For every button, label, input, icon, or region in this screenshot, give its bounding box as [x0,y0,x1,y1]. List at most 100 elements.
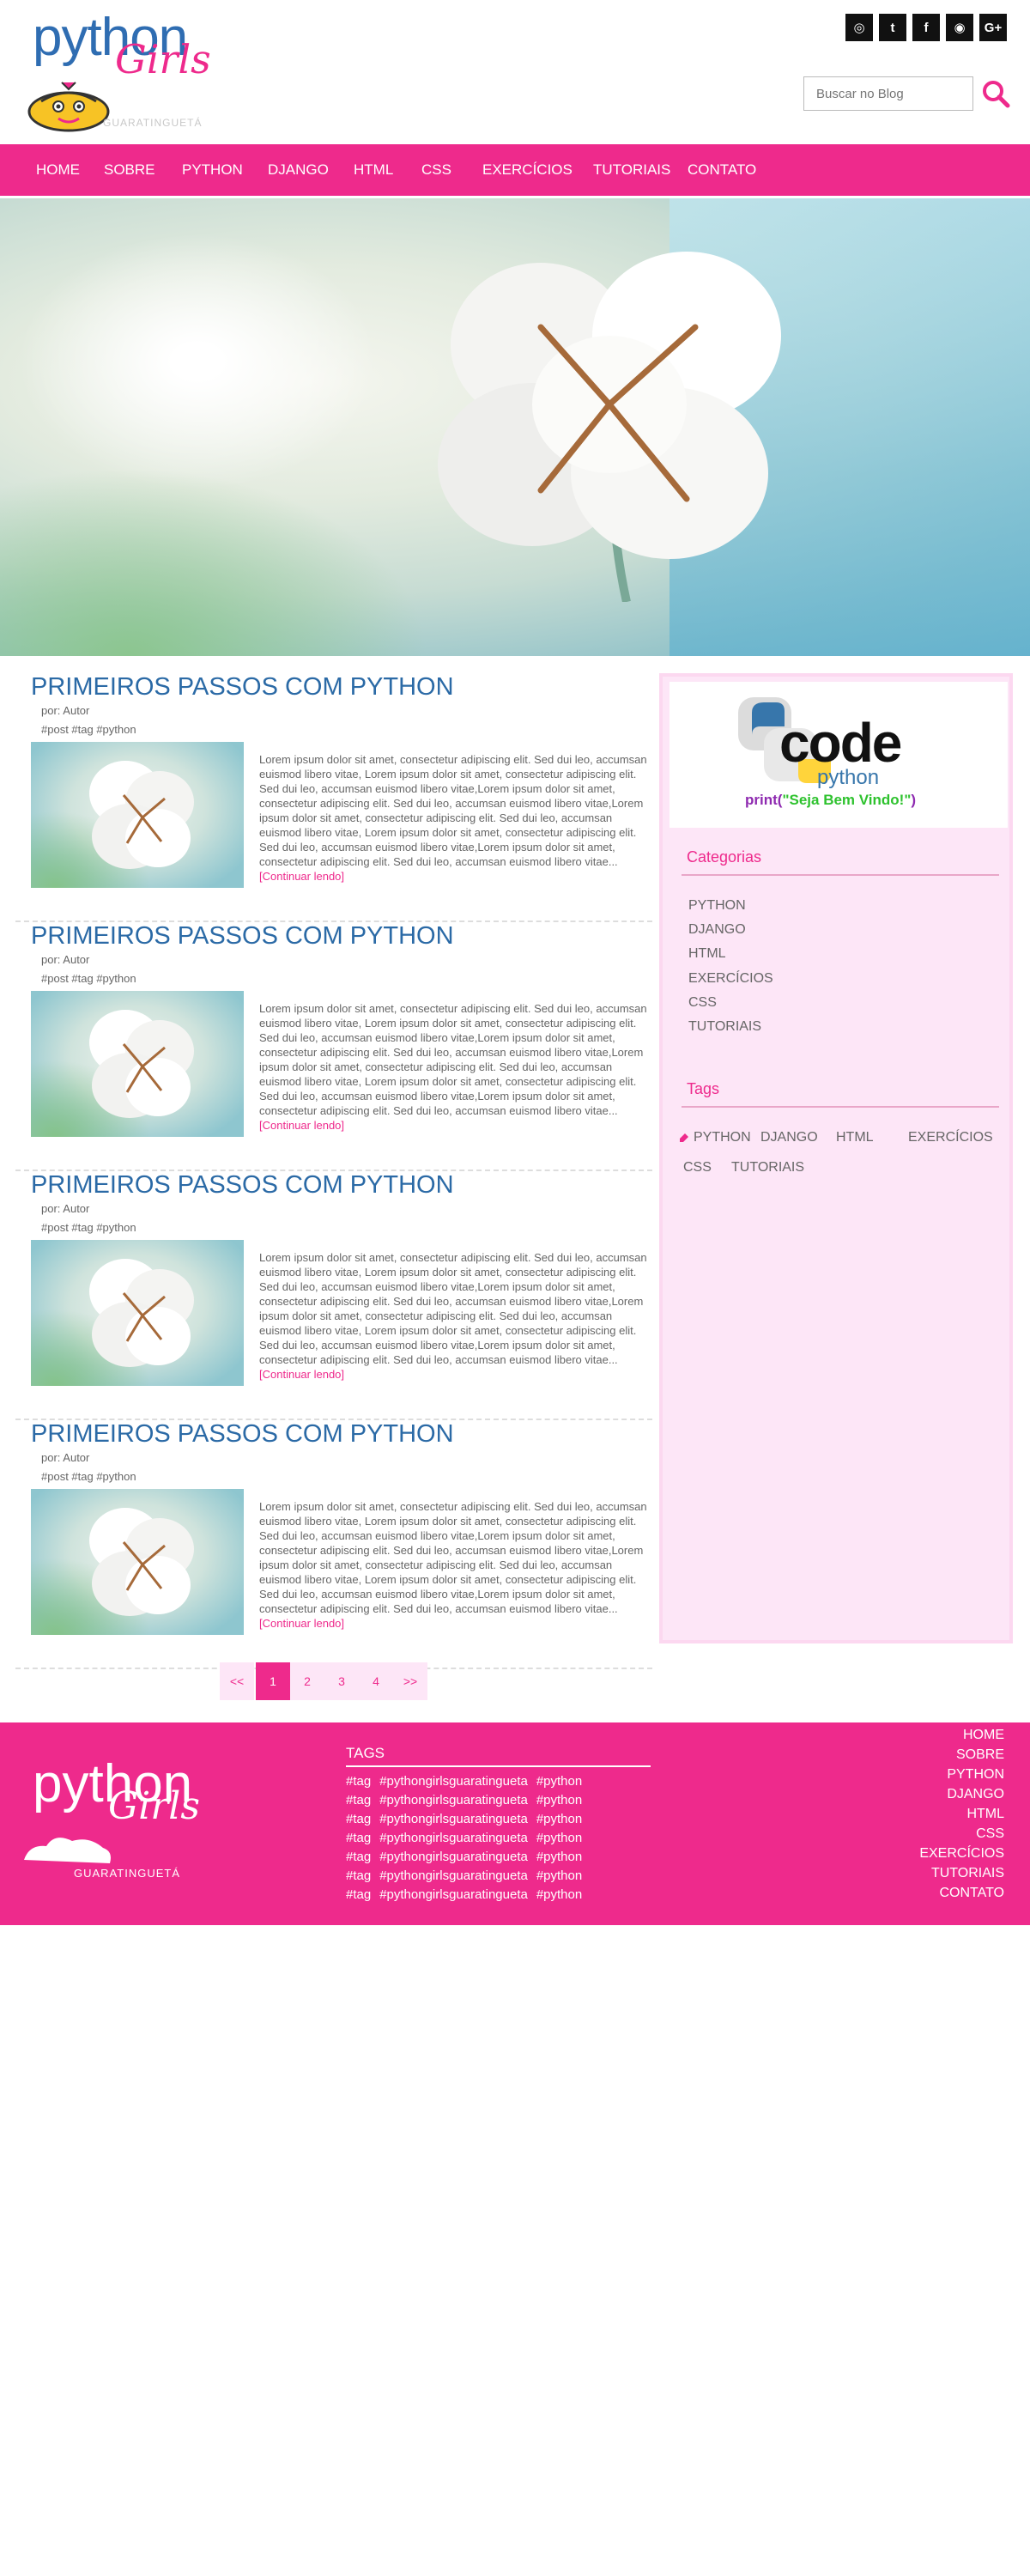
post-author: por: Autor [41,953,90,966]
read-more-link[interactable]: [Continuar lendo] [259,1617,344,1630]
footer-nav-css[interactable]: CSS [976,1826,1004,1842]
tag-item-html[interactable]: HTML [836,1130,874,1145]
site-footer: python Girls GUARATINGUETÁ TAGS #tag #pyt… [0,1722,1030,1925]
pagination-page-2[interactable]: 2 [290,1662,324,1700]
social-links: ◎ t f ◉ G+ [845,14,1007,41]
post-thumbnail[interactable] [31,1240,244,1386]
post-tags[interactable]: #post #tag #python [41,972,136,985]
footer-nav-exercicios[interactable]: EXERCÍCIOS [919,1846,1004,1862]
footer-logo-subtitle: GUARATINGUETÁ [74,1867,180,1880]
pagination-prev[interactable]: << [220,1662,254,1700]
tag-item-tutoriais[interactable]: TUTORIAIS [731,1160,804,1176]
footer-logo-girls: Girls [108,1784,200,1828]
footer-tag-row: #tag #pythongirlsguaratingueta #python [346,1812,583,1826]
footer-nav-python[interactable]: PYTHON [947,1767,1004,1783]
tag-item-python[interactable]: PYTHON [694,1130,751,1145]
footer-tag-row: #tag #pythongirlsguaratingueta #python [346,1850,583,1864]
tag-item-exercicios[interactable]: EXERCÍCIOS [908,1130,993,1145]
code-word: code [779,712,902,774]
post-title[interactable]: PRIMEIROS PASSOS COM PYTHON [31,1420,454,1449]
main-nav: HOME SOBRE PYTHON DJANGO HTML CSS EXERCÍ… [0,144,1030,196]
footer-tag-row: #tag #pythongirlsguaratingueta #python [346,1887,583,1902]
tag-icon [680,1133,688,1142]
google-plus-icon[interactable]: G+ [979,14,1007,41]
pagination-page-3[interactable]: 3 [324,1662,359,1700]
tags-heading: Tags [687,1080,720,1097]
post-title[interactable]: PRIMEIROS PASSOS COM PYTHON [31,673,454,702]
logo-girls-text: Girls [115,36,211,82]
logo-subtitle: GUARATINGUETÁ [103,117,203,129]
search-icon[interactable] [981,79,1010,108]
post-excerpt: Lorem ipsum dolor sit amet, consectetur … [259,1002,647,1132]
post-excerpt: Lorem ipsum dolor sit amet, consectetur … [259,1251,647,1381]
post-tags[interactable]: #post #tag #python [41,1221,136,1234]
site-logo[interactable]: python Girls GUARATINGUETÁ [21,7,211,134]
category-item-exercicios[interactable]: EXERCÍCIOS [688,971,773,987]
footer-tags-heading: TAGS [346,1745,385,1761]
post-thumbnail[interactable] [31,742,244,888]
code-python-banner: code python print("Seja Bem Vindo!") [670,682,1008,828]
post-tags[interactable]: #post #tag #python [41,1470,136,1483]
post-title[interactable]: PRIMEIROS PASSOS COM PYTHON [31,922,454,951]
instagram-icon[interactable]: ◎ [845,14,873,41]
category-item-tutoriais[interactable]: TUTORIAIS [688,1019,761,1035]
footer-nav-home[interactable]: HOME [963,1728,1004,1743]
post-excerpt: Lorem ipsum dolor sit amet, consectetur … [259,1500,647,1630]
post-card: PRIMEIROS PASSOS COM PYTHON por: Autor #… [15,922,652,1171]
divider [682,1106,999,1108]
read-more-link[interactable]: [Continuar lendo] [259,1119,344,1132]
category-item-html[interactable]: HTML [688,946,726,962]
divider [682,874,999,876]
footer-tag-row: #tag #pythongirlsguaratingueta #python [346,1831,583,1845]
footer-nav-sobre[interactable]: SOBRE [956,1747,1004,1763]
post-thumbnail[interactable] [31,991,244,1137]
print-statement: print("Seja Bem Vindo!") [745,792,917,808]
footer-nav-contato[interactable]: CONTATO [939,1886,1004,1901]
cotton-flower-illustration [438,252,781,602]
footer-tag-row: #tag #pythongirlsguaratingueta #python [346,1793,583,1807]
footer-tag-row: #tag #pythongirlsguaratingueta #python [346,1868,583,1883]
categories-heading: Categorias [687,848,762,866]
footer-nav-django[interactable]: DJANGO [947,1787,1004,1802]
hero-banner-image [0,198,1030,656]
pagination-page-4[interactable]: 4 [359,1662,393,1700]
facebook-icon[interactable]: f [912,14,940,41]
footer-nav-html[interactable]: HTML [966,1807,1004,1822]
nav-item-home[interactable]: HOME [36,144,80,196]
nav-item-css[interactable]: CSS [421,144,451,196]
twitter-icon[interactable]: t [879,14,906,41]
nav-item-contato[interactable]: CONTATO [688,144,756,196]
category-item-css[interactable]: CSS [688,995,717,1011]
post-author: por: Autor [41,1451,90,1464]
footer-tag-row: #tag #pythongirlsguaratingueta #python [346,1774,583,1789]
post-excerpt: Lorem ipsum dolor sit amet, consectetur … [259,753,647,883]
footer-mascot-icon [24,1838,111,1863]
read-more-link[interactable]: [Continuar lendo] [259,870,344,883]
pagination-next[interactable]: >> [393,1662,427,1700]
footer-nav-tutoriais[interactable]: TUTORIAIS [931,1866,1004,1881]
tag-item-django[interactable]: DJANGO [760,1130,818,1145]
post-author: por: Autor [41,1202,90,1215]
code-python-word: python [817,766,880,789]
post-tags[interactable]: #post #tag #python [41,723,136,736]
tag-item-css[interactable]: CSS [683,1160,712,1176]
read-more-link[interactable]: [Continuar lendo] [259,1368,344,1381]
nav-item-sobre[interactable]: SOBRE [104,144,155,196]
post-thumbnail[interactable] [31,1489,244,1635]
category-item-django[interactable]: DJANGO [688,922,746,938]
github-icon[interactable]: ◉ [946,14,973,41]
sidebar: code python print("Seja Bem Vindo!") Cat… [659,673,1013,1643]
pagination-page-1[interactable]: 1 [256,1662,290,1700]
post-card: PRIMEIROS PASSOS COM PYTHON por: Autor #… [15,1420,652,1669]
search-input[interactable] [803,76,973,111]
category-item-python[interactable]: PYTHON [688,898,746,914]
post-author: por: Autor [41,704,90,717]
nav-item-exercicios[interactable]: EXERCÍCIOS [482,144,573,196]
nav-item-html[interactable]: HTML [354,144,393,196]
post-title[interactable]: PRIMEIROS PASSOS COM PYTHON [31,1171,454,1200]
nav-item-django[interactable]: DJANGO [268,144,329,196]
nav-item-python[interactable]: PYTHON [182,144,243,196]
nav-item-tutoriais[interactable]: TUTORIAIS [593,144,670,196]
divider [346,1765,651,1767]
post-card: PRIMEIROS PASSOS COM PYTHON por: Autor #… [15,673,652,922]
